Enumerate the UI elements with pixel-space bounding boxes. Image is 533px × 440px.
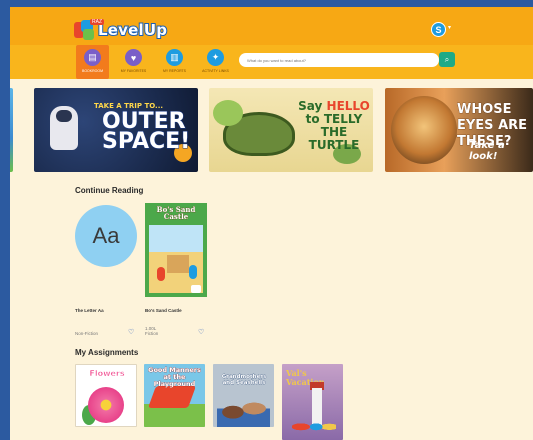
assignment-book-cover[interactable]: Good Manners at the Playground [144, 364, 205, 427]
search-icon: ⌕ [444, 54, 450, 64]
search-button[interactable]: ⌕ [439, 52, 455, 67]
assignment-book-cover[interactable]: Grandmothers and Seashells [213, 364, 274, 427]
book-title[interactable]: Bo's Sand Castle [145, 308, 182, 313]
people-illustration [217, 390, 270, 427]
nav-label: My Reports [162, 69, 186, 73]
cover-title: Grandmothers and Seashells [221, 374, 267, 386]
slide-title: OUTER SPACE! [102, 109, 191, 154]
user-avatar[interactable]: S [431, 22, 446, 37]
featured-carousel: TAKE A TRIP TO... OUTER SPACE! Say HELLO… [10, 88, 533, 173]
chevron-down-icon[interactable]: ▾ [448, 24, 451, 31]
turtle-head [213, 100, 243, 126]
logo-text: LevelUp [97, 20, 168, 40]
favorite-heart-icon[interactable]: ♡ [128, 328, 134, 336]
nav-item-reports[interactable]: ▥ My Reports [158, 45, 191, 79]
cover-title: Good Manners at the Playground [148, 366, 201, 388]
search-input[interactable] [247, 57, 439, 63]
top-header: LevelUp RAZ S ▾ ▤ Bookroom ♥ My Favorite… [10, 7, 533, 79]
carousel-slide-turtle[interactable]: Say HELLO to TELLY THE TURTLE [209, 88, 373, 172]
playground-illustration [147, 386, 197, 408]
levelup-logo[interactable]: LevelUp [74, 19, 168, 41]
continue-reading-heading: Continue Reading [75, 186, 144, 195]
favorites-icon: ♥ [125, 49, 142, 66]
book-title[interactable]: The Letter Aa [75, 308, 104, 313]
book-cover[interactable]: Aa [75, 205, 137, 267]
carousel-slide-eyes[interactable]: WHOSE EYES ARE THESE? Take a look! [385, 88, 533, 172]
carousel-slide-space[interactable]: TAKE A TRIP TO... OUTER SPACE! [34, 88, 198, 172]
book-cover[interactable]: Bo's Sand Castle [145, 203, 207, 297]
nav-label: Activity Links [202, 69, 229, 73]
favorite-heart-icon[interactable]: ♡ [198, 328, 204, 336]
tiger-illustration [391, 96, 457, 164]
app-frame: LevelUp RAZ S ▾ ▤ Bookroom ♥ My Favorite… [10, 7, 533, 440]
astronaut-visor [56, 110, 72, 122]
book-meta: 1.00L Fiction [145, 326, 158, 336]
cover-title: Flowers [89, 369, 125, 378]
bookshelf-icon: ▤ [84, 49, 101, 66]
nav-item-activity[interactable]: ✦ Activity Links [199, 45, 232, 79]
book-card[interactable]: Bo's Sand Castle [145, 203, 207, 297]
activity-icon: ✦ [207, 49, 224, 66]
level-badge [191, 285, 201, 293]
nav-item-favorites[interactable]: ♥ My Favorites [117, 45, 150, 79]
nav-label: Bookroom [81, 69, 103, 73]
assignment-book-cover[interactable]: Flowers [75, 364, 137, 427]
nav-item-bookroom[interactable]: ▤ Bookroom [76, 45, 109, 79]
carousel-slide-partial[interactable] [10, 88, 13, 172]
book-card[interactable]: Aa [75, 203, 137, 267]
book-meta: Non-Fiction [75, 331, 98, 336]
book-genre: Non-Fiction [75, 331, 99, 336]
nav-label: My Favorites [120, 69, 147, 73]
main-nav: ▤ Bookroom ♥ My Favorites ▥ My Reports ✦… [76, 45, 232, 79]
cover-title: Bo's Sand Castle [156, 205, 196, 221]
reports-icon: ▥ [166, 49, 183, 66]
search-bar [239, 53, 439, 67]
my-assignments-heading: My Assignments [75, 348, 139, 357]
slide-subtitle: Take a look! [469, 140, 505, 162]
logo-tag: RAZ [90, 19, 104, 25]
book-genre: Fiction [145, 331, 159, 336]
flower-illustration [88, 387, 124, 423]
family-illustration [292, 418, 336, 440]
cover-illustration [149, 225, 203, 293]
slide-title: Say HELLO to TELLY THE TURTLE [298, 99, 370, 152]
assignment-book-cover[interactable]: Val's Vacation [282, 364, 343, 440]
